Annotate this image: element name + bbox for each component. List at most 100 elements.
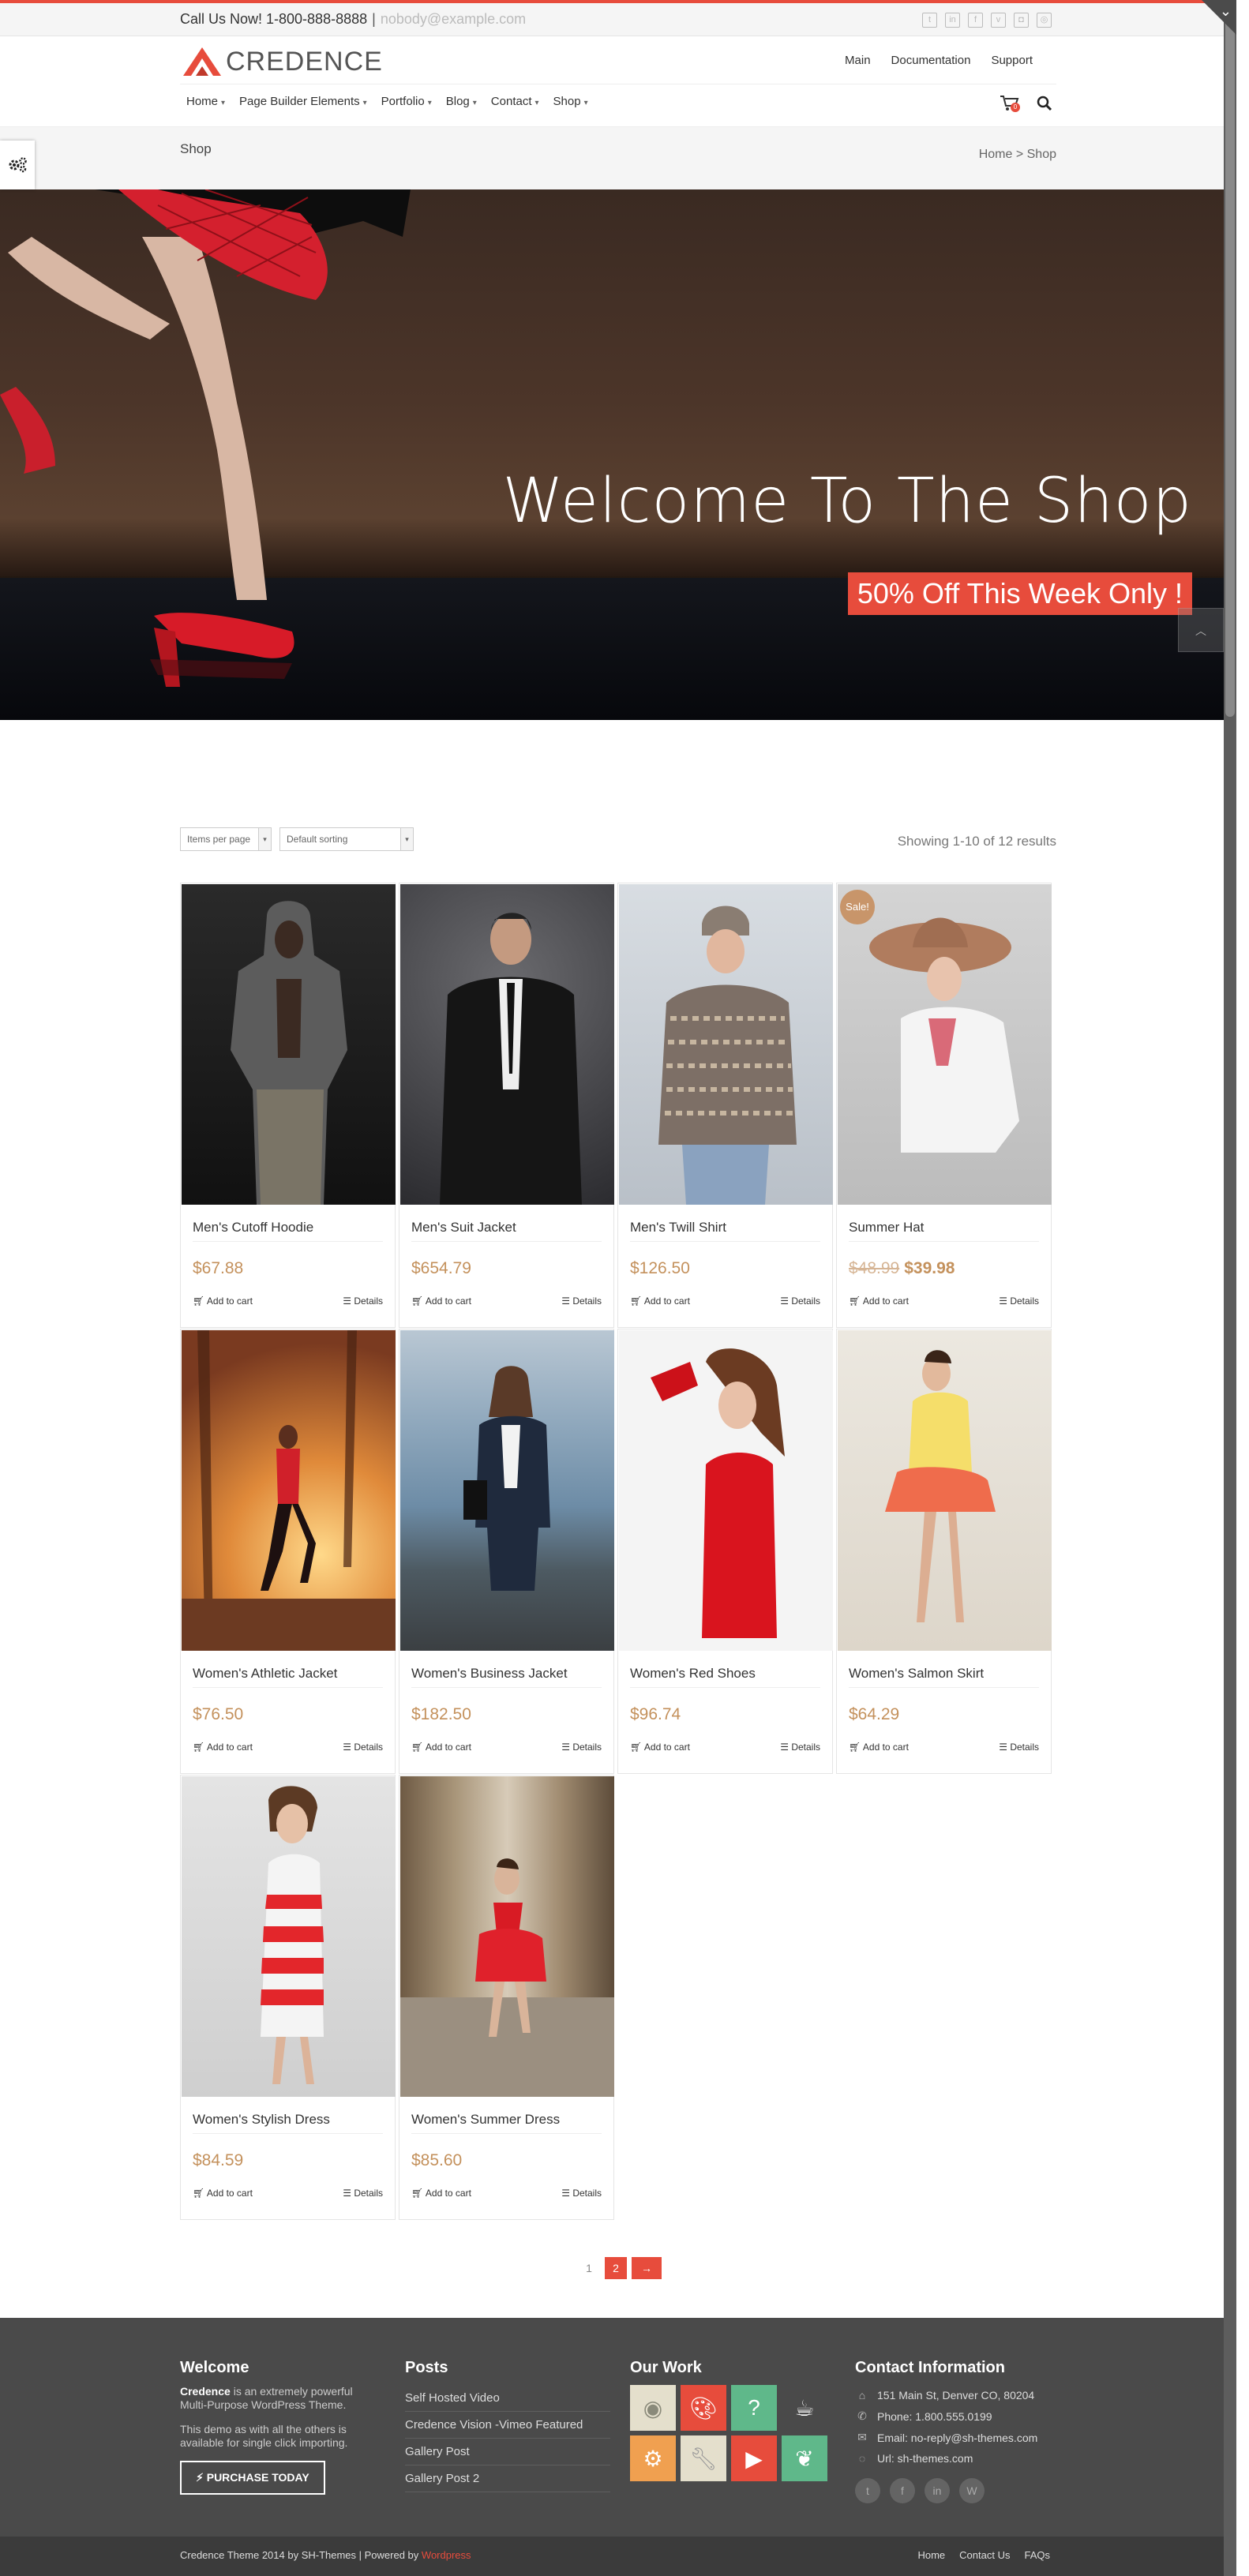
product-name[interactable]: Women's Athletic Jacket: [193, 1666, 337, 1682]
add-to-cart-button[interactable]: 🛒︎ Add to cart: [630, 1295, 690, 1307]
search-icon[interactable]: [1036, 95, 1053, 112]
add-to-cart-button[interactable]: 🛒︎ Add to cart: [193, 2188, 253, 2199]
nav-main[interactable]: Main: [845, 54, 871, 67]
brand-name: Credence: [180, 2385, 231, 2398]
contact-url[interactable]: ◌ Url: sh-themes.com: [855, 2448, 1037, 2469]
footer-welcome-text: Credence is an extremely powerful Multi-…: [180, 2385, 369, 2412]
nav-portfolio[interactable]: Portfolio ▾: [381, 95, 432, 108]
add-to-cart-button[interactable]: 🛒︎ Add to cart: [849, 1742, 909, 1753]
price-value: $84.59: [193, 2151, 244, 2169]
contact-email[interactable]: ✉ Email: no-reply@sh-themes.com: [855, 2427, 1037, 2448]
vimeo-icon[interactable]: v: [991, 13, 1006, 28]
linkedin-icon[interactable]: in: [925, 2478, 950, 2503]
footer-post-link[interactable]: Gallery Post 2: [405, 2465, 610, 2492]
product-image[interactable]: [400, 1776, 614, 2097]
email-link[interactable]: nobody@example.com: [381, 11, 526, 27]
work-thumb-question-icon[interactable]: ?: [731, 2385, 777, 2431]
linkedin-icon[interactable]: in: [945, 13, 960, 28]
product-name[interactable]: Women's Summer Dress: [411, 2112, 560, 2128]
nav-contact[interactable]: Contact ▾: [491, 95, 539, 108]
scroll-to-top-button[interactable]: ︿: [1178, 608, 1224, 652]
instagram-icon[interactable]: ◘: [1014, 13, 1029, 28]
work-thumb-leaf-icon[interactable]: ❦: [782, 2435, 827, 2481]
add-to-cart-button[interactable]: 🛒︎ Add to cart: [630, 1742, 690, 1753]
details-link[interactable]: ☰ Details: [343, 1295, 383, 1307]
scrollbar-thumb[interactable]: [1225, 6, 1235, 717]
work-thumb-gear-icon[interactable]: ⚙︎: [630, 2435, 676, 2481]
page-link-1[interactable]: 1: [578, 2257, 600, 2279]
add-to-cart-button[interactable]: 🛒︎ Add to cart: [411, 2188, 471, 2199]
facebook-icon[interactable]: f: [890, 2478, 915, 2503]
product-image[interactable]: [400, 884, 614, 1205]
breadcrumb-home[interactable]: Home: [979, 148, 1013, 161]
add-to-cart-button[interactable]: 🛒︎ Add to cart: [193, 1295, 253, 1307]
product-name[interactable]: Women's Red Shoes: [630, 1666, 756, 1682]
work-thumb-palette-icon[interactable]: 🎨︎: [681, 2385, 726, 2431]
add-to-cart-button[interactable]: 🛒︎ Add to cart: [411, 1742, 471, 1753]
product-price: $126.50: [630, 1259, 690, 1278]
twitter-icon[interactable]: t: [922, 13, 937, 28]
details-link[interactable]: ☰ Details: [780, 1742, 820, 1753]
product-name[interactable]: Men's Suit Jacket: [411, 1220, 516, 1236]
product-image[interactable]: [182, 884, 396, 1205]
twitter-icon[interactable]: t: [855, 2478, 880, 2503]
dribbble-icon[interactable]: ◎: [1037, 13, 1052, 28]
work-thumb-record-icon[interactable]: ◉: [630, 2385, 676, 2431]
site-logo[interactable]: CREDENCE: [180, 44, 383, 79]
details-link[interactable]: ☰ Details: [999, 1742, 1039, 1753]
scrollbar[interactable]: [1224, 0, 1236, 2576]
product-image[interactable]: [400, 1330, 614, 1651]
product-name[interactable]: Women's Business Jacket: [411, 1666, 568, 1682]
product-image[interactable]: [838, 884, 1052, 1205]
product-image[interactable]: [619, 884, 833, 1205]
nav-support[interactable]: Support: [991, 54, 1033, 67]
footer-link-contact[interactable]: Contact Us: [959, 2549, 1010, 2561]
footer-post-link[interactable]: Gallery Post: [405, 2439, 610, 2465]
product-name[interactable]: Men's Cutoff Hoodie: [193, 1220, 313, 1236]
work-thumb-coffee-icon[interactable]: ☕︎: [782, 2385, 827, 2431]
purchase-button[interactable]: ⚡︎ PURCHASE TODAY: [180, 2461, 325, 2495]
wordpress-link[interactable]: Wordpress: [422, 2549, 471, 2561]
style-switcher-toggle[interactable]: [0, 141, 35, 189]
product-image[interactable]: [619, 1330, 833, 1651]
facebook-icon[interactable]: f: [968, 13, 983, 28]
work-thumb-video-icon[interactable]: ▶︎: [731, 2435, 777, 2481]
footer-post-link[interactable]: Self Hosted Video: [405, 2385, 610, 2412]
nav-home[interactable]: Home ▾: [186, 95, 225, 108]
details-link[interactable]: ☰ Details: [561, 1742, 602, 1753]
details-link[interactable]: ☰ Details: [561, 2188, 602, 2199]
nav-shop[interactable]: Shop ▾: [553, 95, 588, 108]
wordpress-icon[interactable]: W: [959, 2478, 985, 2503]
cart-icon: 🛒︎: [193, 2188, 205, 2199]
work-thumb-wrench-icon[interactable]: 🔧︎: [681, 2435, 726, 2481]
details-label: Details: [354, 2188, 383, 2199]
footer-link-home[interactable]: Home: [917, 2549, 945, 2561]
details-link[interactable]: ☰ Details: [780, 1295, 820, 1307]
add-to-cart-button[interactable]: 🛒︎ Add to cart: [193, 1742, 253, 1753]
footer-post-link[interactable]: Credence Vision -Vimeo Featured: [405, 2412, 610, 2439]
details-link[interactable]: ☰ Details: [561, 1295, 602, 1307]
product-name[interactable]: Women's Stylish Dress: [193, 2112, 330, 2128]
details-link[interactable]: ☰ Details: [999, 1295, 1039, 1307]
details-link[interactable]: ☰ Details: [343, 1742, 383, 1753]
add-to-cart-button[interactable]: 🛒︎ Add to cart: [411, 1295, 471, 1307]
nav-documentation[interactable]: Documentation: [891, 54, 971, 67]
hero-promo-badge: 50% Off This Week Only !: [847, 572, 1192, 615]
product-image[interactable]: [182, 1776, 396, 2097]
pagination: 1 2 →: [578, 2257, 662, 2279]
product-name[interactable]: Women's Salmon Skirt: [849, 1666, 984, 1682]
product-image[interactable]: [182, 1330, 396, 1651]
product-name[interactable]: Men's Twill Shirt: [630, 1220, 726, 1236]
product-price: $64.29: [849, 1705, 899, 1724]
footer-link-faqs[interactable]: FAQs: [1024, 2549, 1050, 2561]
add-to-cart-button[interactable]: 🛒︎ Add to cart: [849, 1295, 909, 1307]
nav-page-builder[interactable]: Page Builder Elements ▾: [239, 95, 367, 108]
details-link[interactable]: ☰ Details: [343, 2188, 383, 2199]
product-image[interactable]: [838, 1330, 1052, 1651]
product-card: Women's Red Shoes $96.74 🛒︎ Add to cart …: [617, 1329, 833, 1774]
nav-blog[interactable]: Blog ▾: [446, 95, 477, 108]
items-per-page-select[interactable]: Items per page ▾: [180, 827, 272, 851]
sort-select[interactable]: Default sorting ▾: [279, 827, 414, 851]
next-page-button[interactable]: →: [632, 2257, 662, 2279]
product-name[interactable]: Summer Hat: [849, 1220, 924, 1236]
